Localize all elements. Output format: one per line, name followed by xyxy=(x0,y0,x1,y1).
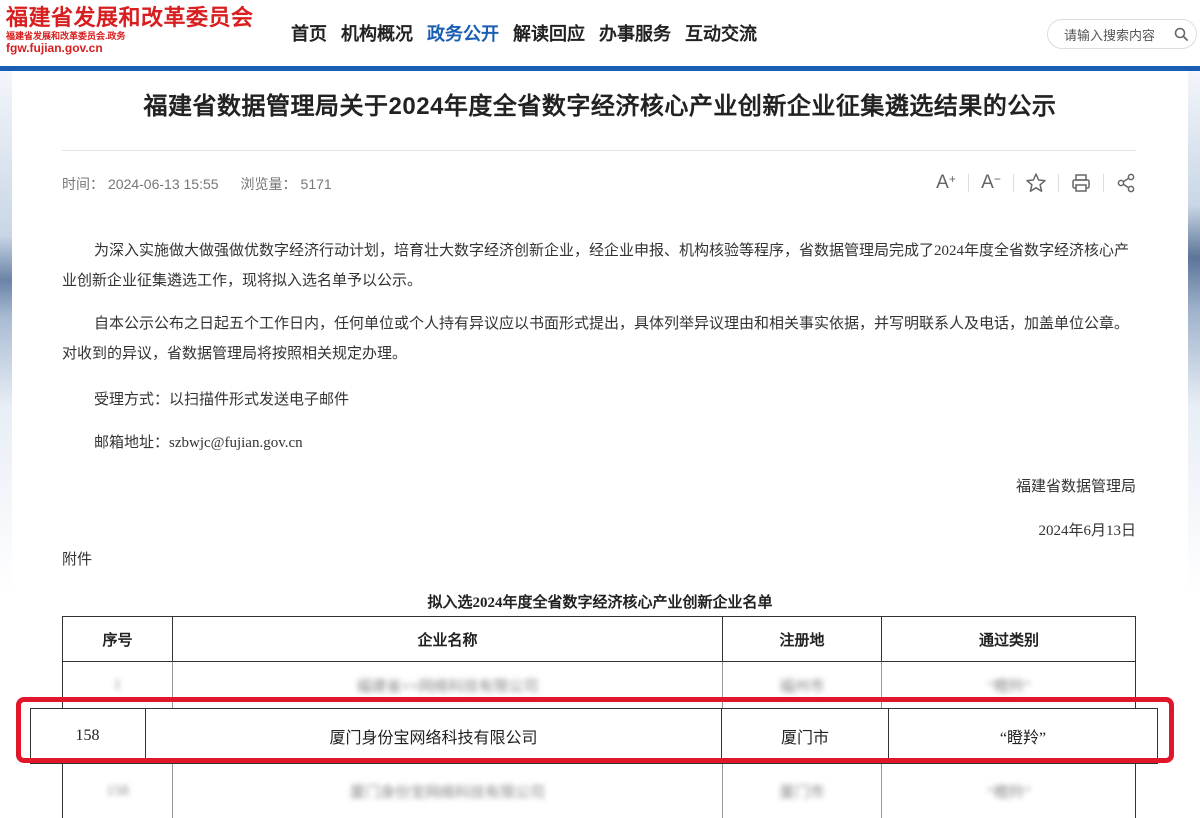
nav-item-government-affairs[interactable]: 政务公开 xyxy=(427,20,499,46)
article-meta: 时间： 2024-06-13 15:55 浏览量： 5171 xyxy=(62,174,336,194)
toolbar-divider xyxy=(968,174,969,192)
email-address: 邮箱地址：szbwjc@fujian.gov.cn xyxy=(94,435,303,451)
highlighted-table-row: 158 厦门身份宝网络科技有限公司 厦门市 “瞪羚” xyxy=(30,708,1158,764)
search-icon[interactable] xyxy=(1174,27,1188,41)
article-toolbar: A + A − xyxy=(932,170,1140,196)
column-header-category: 通过类别 xyxy=(978,632,1039,649)
toolbar-divider xyxy=(1103,174,1104,192)
time-value: 2024-06-13 15:55 xyxy=(108,176,219,192)
star-icon[interactable] xyxy=(1022,170,1050,196)
nav-item-interaction[interactable]: 互动交流 xyxy=(685,20,757,46)
table-row: 158 厦门身份宝网络科技有限公司 厦门市 “瞪羚” xyxy=(62,764,1136,818)
background-decoration-left xyxy=(0,71,12,818)
nav-item-services[interactable]: 办事服务 xyxy=(599,20,671,46)
main-nav: 首页 机构概况 政务公开 解读回应 办事服务 互动交流 xyxy=(291,20,771,46)
toolbar-divider xyxy=(1013,174,1014,192)
blurred-cell: 厦门身份宝网络科技有限公司 xyxy=(349,784,545,801)
attachment-label: 附件 xyxy=(62,552,93,568)
nav-item-organization[interactable]: 机构概况 xyxy=(341,20,413,46)
nav-item-interpretation[interactable]: 解读回应 xyxy=(513,20,585,46)
pass-category: “瞪羚” xyxy=(999,730,1047,747)
column-header-company: 企业名称 xyxy=(417,632,478,649)
column-header-number: 序号 xyxy=(102,632,133,649)
acceptance-method: 受理方式：以扫描件形式发送电子邮件 xyxy=(94,392,350,408)
search-input[interactable] xyxy=(1062,20,1176,50)
header-accent-bar xyxy=(0,66,1200,71)
search-box xyxy=(1047,19,1197,50)
font-decrease-icon[interactable]: A − xyxy=(977,170,1005,196)
table-caption: 拟入选2024年度全省数字经济核心产业创新企业名单 xyxy=(427,595,773,611)
font-increase-icon[interactable]: A + xyxy=(932,170,960,196)
site-logo[interactable]: 福建省发展和改革委员会 福建省发展和改革委员会.政务 fgw.fujian.go… xyxy=(6,5,254,55)
table-row: 1 福建省××网络科技有限公司 福州市 “瞪羚” xyxy=(62,662,1136,708)
blurred-cell: 158 xyxy=(106,782,129,799)
column-header-location: 注册地 xyxy=(779,632,825,649)
body-paragraph-objection: 自本公示公布之日起五个工作日内，任何单位或个人持有异议应以书面形式提出，具体列举… xyxy=(62,316,1130,362)
registration-location: 厦门市 xyxy=(780,730,829,747)
company-name: 厦门身份宝网络科技有限公司 xyxy=(329,730,538,747)
title-divider xyxy=(62,150,1136,151)
publish-date: 2024年6月13日 xyxy=(1038,523,1136,539)
blurred-cell: “瞪羚” xyxy=(987,678,1031,695)
time-label: 时间： xyxy=(62,176,104,192)
blurred-cell: 1 xyxy=(113,676,122,693)
share-icon[interactable] xyxy=(1112,170,1140,196)
table-header-row: 序号 企业名称 注册地 通过类别 xyxy=(62,616,1136,662)
background-decoration-right xyxy=(1188,71,1200,818)
blurred-cell: 福建省××网络科技有限公司 xyxy=(356,678,539,695)
logo-domain: fgw.fujian.gov.cn xyxy=(6,41,103,55)
site-header: 福建省发展和改革委员会 福建省发展和改革委员会.政务 fgw.fujian.go… xyxy=(0,0,1200,66)
body-paragraph-intro: 为深入实施做大做强做优数字经济行动计划，培育壮大数字经济创新企业，经企业申报、机… xyxy=(62,243,1130,289)
logo-name: 福建省发展和改革委员会 xyxy=(6,5,254,30)
row-number: 158 xyxy=(75,727,100,744)
print-icon[interactable] xyxy=(1067,170,1095,196)
article-title: 福建省数据管理局关于2024年度全省数字经济核心产业创新企业征集遴选结果的公示 xyxy=(143,93,1057,120)
blurred-cell: 厦门市 xyxy=(779,784,825,801)
nav-item-home[interactable]: 首页 xyxy=(291,20,327,46)
blurred-cell: 福州市 xyxy=(779,678,825,695)
views-value: 5171 xyxy=(300,176,332,192)
views-label: 浏览量： xyxy=(240,176,297,192)
blurred-cell: “瞪羚” xyxy=(987,784,1031,801)
signature: 福建省数据管理局 xyxy=(1015,479,1136,495)
toolbar-divider xyxy=(1058,174,1059,192)
